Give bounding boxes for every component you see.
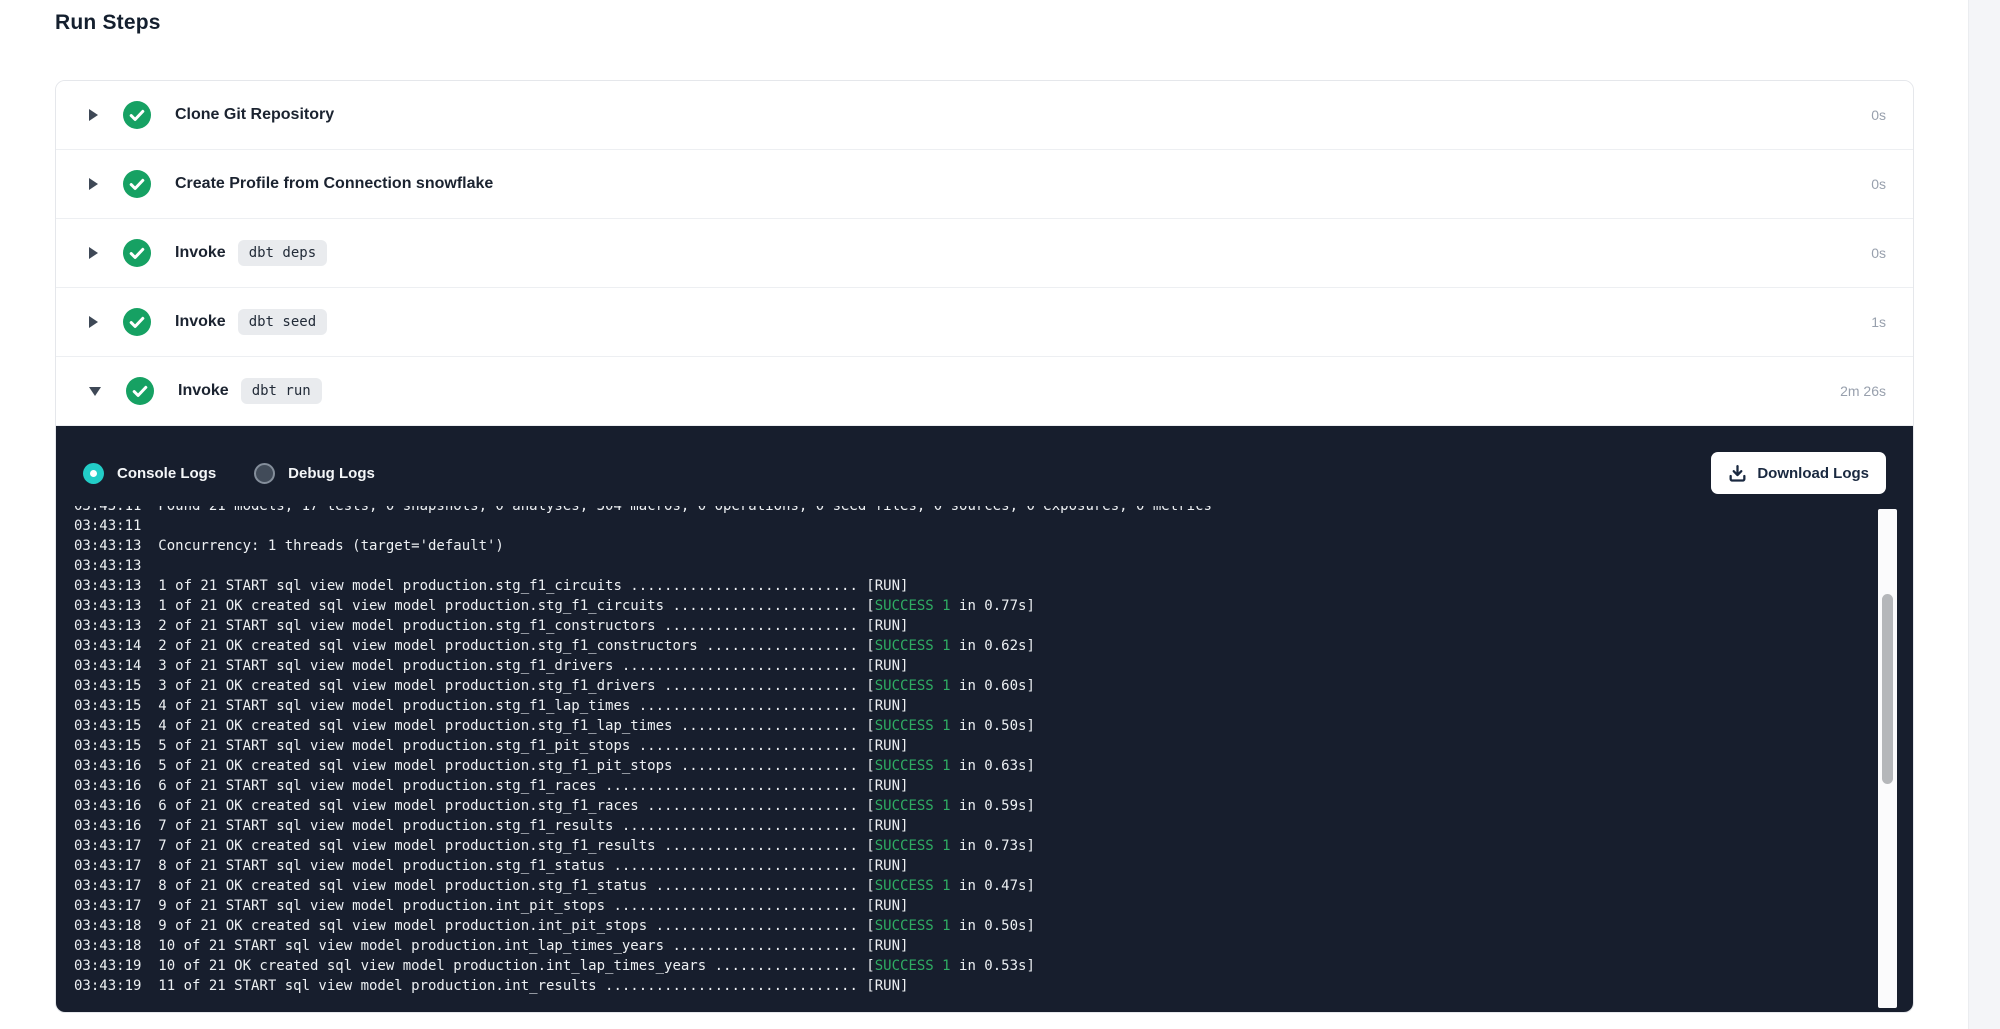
log-line: 03:43:11 xyxy=(74,516,1913,536)
step-label: Invoke xyxy=(175,244,226,262)
log-line: 03:43:11 Found 21 models, 17 tests, 0 sn… xyxy=(74,506,1913,516)
log-line: 03:43:16 6 of 21 OK created sql view mod… xyxy=(74,796,1913,816)
log-line: 03:43:13 1 of 21 START sql view model pr… xyxy=(74,576,1913,596)
log-line: 03:43:18 10 of 21 START sql view model p… xyxy=(74,936,1913,956)
step-row-invoke-dbt-deps[interactable]: Invoke dbt deps 0s xyxy=(56,219,1913,288)
download-logs-button[interactable]: Download Logs xyxy=(1711,452,1886,494)
console-log-output[interactable]: 03:43:11 Found 21 models, 17 tests, 0 sn… xyxy=(56,506,1913,1013)
success-check-icon xyxy=(123,101,151,129)
step-label: Clone Git Repository xyxy=(175,106,334,124)
log-scrollbar[interactable] xyxy=(1878,509,1897,1008)
step-duration: 0s xyxy=(1871,176,1886,192)
log-line: 03:43:16 7 of 21 START sql view model pr… xyxy=(74,816,1913,836)
step-row-create-profile-from-connection-snowflake[interactable]: Create Profile from Connection snowflake… xyxy=(56,150,1913,219)
chevron-icon[interactable] xyxy=(89,387,101,396)
log-line: 03:43:16 5 of 21 OK created sql view mod… xyxy=(74,756,1913,776)
run-steps-card: Clone Git Repository 0s Create Profile f… xyxy=(55,80,1914,1013)
success-check-icon xyxy=(123,170,151,198)
log-line: 03:43:13 xyxy=(74,556,1913,576)
log-panel: Console Logs Debug Logs Download Logs 03… xyxy=(56,426,1913,1013)
step-duration: 0s xyxy=(1871,245,1886,261)
right-gutter xyxy=(1968,0,2000,1029)
log-type-radio-group: Console Logs Debug Logs xyxy=(83,463,413,484)
log-lines: 03:43:11 Found 21 models, 17 tests, 0 sn… xyxy=(74,506,1913,996)
log-line: 03:43:15 5 of 21 START sql view model pr… xyxy=(74,736,1913,756)
log-line: 03:43:18 9 of 21 OK created sql view mod… xyxy=(74,916,1913,936)
chevron-icon[interactable] xyxy=(89,109,98,121)
success-check-icon xyxy=(123,308,151,336)
step-label: Invoke xyxy=(178,382,229,400)
page-title: Run Steps xyxy=(55,11,161,35)
download-logs-label: Download Logs xyxy=(1757,465,1869,482)
log-line: 03:43:17 8 of 21 OK created sql view mod… xyxy=(74,876,1913,896)
radio-icon[interactable] xyxy=(83,463,104,484)
step-duration: 2m 26s xyxy=(1840,383,1886,399)
step-duration: 1s xyxy=(1871,314,1886,330)
step-list: Clone Git Repository 0s Create Profile f… xyxy=(56,81,1913,426)
log-line: 03:43:15 4 of 21 START sql view model pr… xyxy=(74,696,1913,716)
log-line: 03:43:14 3 of 21 START sql view model pr… xyxy=(74,656,1913,676)
log-line: 03:43:13 Concurrency: 1 threads (target=… xyxy=(74,536,1913,556)
log-line: 03:43:16 6 of 21 START sql view model pr… xyxy=(74,776,1913,796)
log-line: 03:43:14 2 of 21 OK created sql view mod… xyxy=(74,636,1913,656)
log-line: 03:43:19 11 of 21 START sql view model p… xyxy=(74,976,1913,996)
log-line: 03:43:17 9 of 21 START sql view model pr… xyxy=(74,896,1913,916)
step-command-badge: dbt run xyxy=(241,378,322,404)
log-line: 03:43:13 1 of 21 OK created sql view mod… xyxy=(74,596,1913,616)
log-tab-console[interactable]: Console Logs xyxy=(83,463,216,484)
log-line: 03:43:15 4 of 21 OK created sql view mod… xyxy=(74,716,1913,736)
step-row-clone-git-repository[interactable]: Clone Git Repository 0s xyxy=(56,81,1913,150)
log-tab-label: Console Logs xyxy=(117,465,216,482)
step-label: Create Profile from Connection snowflake xyxy=(175,175,493,193)
log-scrollbar-thumb[interactable] xyxy=(1882,594,1893,784)
log-line: 03:43:15 3 of 21 OK created sql view mod… xyxy=(74,676,1913,696)
step-row-invoke-dbt-seed[interactable]: Invoke dbt seed 1s xyxy=(56,288,1913,357)
radio-icon[interactable] xyxy=(254,463,275,484)
step-row-invoke-dbt-run[interactable]: Invoke dbt run 2m 26s xyxy=(56,357,1913,426)
success-check-icon xyxy=(123,239,151,267)
log-line: 03:43:17 7 of 21 OK created sql view mod… xyxy=(74,836,1913,856)
download-icon xyxy=(1728,464,1747,483)
chevron-icon[interactable] xyxy=(89,178,98,190)
chevron-icon[interactable] xyxy=(89,316,98,328)
step-command-badge: dbt deps xyxy=(238,240,327,266)
step-label: Invoke xyxy=(175,313,226,331)
success-check-icon xyxy=(126,377,154,405)
chevron-icon[interactable] xyxy=(89,247,98,259)
log-line: 03:43:17 8 of 21 START sql view model pr… xyxy=(74,856,1913,876)
log-tab-debug[interactable]: Debug Logs xyxy=(254,463,375,484)
log-tab-label: Debug Logs xyxy=(288,465,375,482)
step-duration: 0s xyxy=(1871,107,1886,123)
log-panel-header: Console Logs Debug Logs Download Logs xyxy=(56,426,1913,506)
log-line: 03:43:19 10 of 21 OK created sql view mo… xyxy=(74,956,1913,976)
log-line: 03:43:13 2 of 21 START sql view model pr… xyxy=(74,616,1913,636)
step-command-badge: dbt seed xyxy=(238,309,327,335)
